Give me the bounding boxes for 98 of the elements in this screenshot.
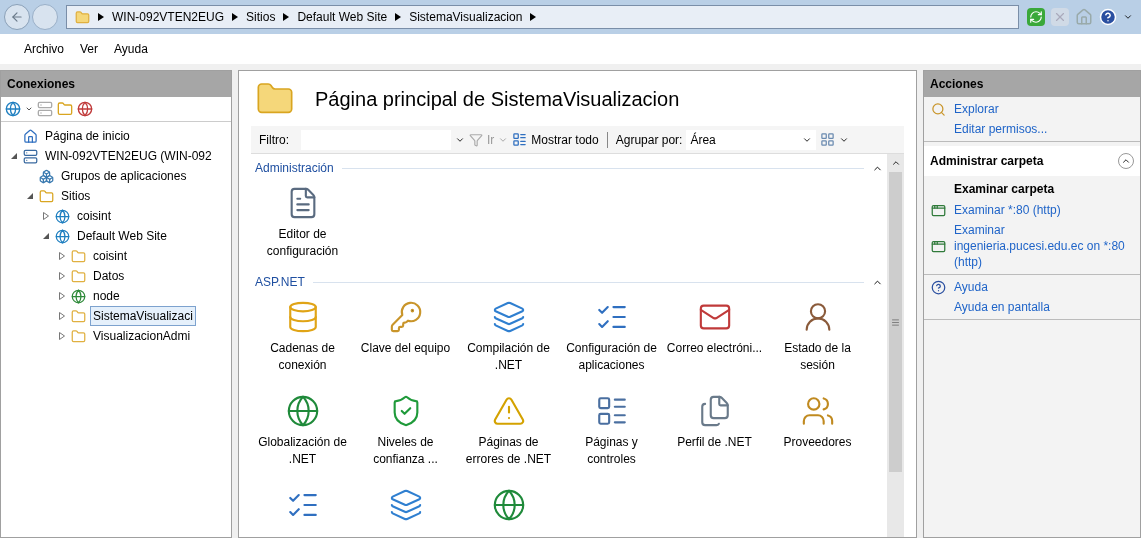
caret-icon[interactable] — [1123, 12, 1133, 22]
layers-icon[interactable] — [491, 300, 526, 334]
show-all-button[interactable]: Mostrar todo — [531, 130, 599, 149]
globe-icon — [71, 288, 86, 304]
folder-icon — [71, 328, 86, 344]
tree-item[interactable]: Sitios — [58, 186, 94, 206]
breadcrumb-arrow-icon — [283, 13, 290, 21]
breadcrumb-item[interactable]: Default Web Site — [297, 8, 388, 26]
scrollbar-thumb[interactable] — [889, 172, 902, 472]
folder-icon — [39, 188, 54, 204]
refresh-icon[interactable] — [1027, 8, 1045, 26]
feature-label[interactable]: Configuración de aplicaciones — [561, 340, 662, 374]
action-link[interactable]: Ayuda en pantalla — [954, 299, 1050, 315]
filter-label: Filtro: — [259, 131, 289, 149]
home-icon — [23, 128, 38, 144]
page-title: Página principal de SistemaVisualizacion — [315, 86, 680, 112]
connect-icon[interactable] — [5, 101, 21, 117]
panel-title: Acciones — [924, 71, 1140, 97]
tree-item[interactable]: Datos — [90, 266, 128, 286]
folder-icon — [71, 248, 86, 264]
group-title: Administración — [254, 160, 334, 177]
folder-icon — [71, 268, 86, 284]
help-icon[interactable] — [1099, 8, 1117, 26]
tree-item[interactable]: coisint — [90, 246, 130, 266]
help-icon — [930, 279, 946, 295]
breadcrumb-arrow-icon — [232, 13, 239, 21]
menu-item[interactable]: Ayuda — [114, 40, 148, 58]
tree-item[interactable]: WIN-092VTEN2EUG (WIN-092 — [42, 146, 215, 166]
tree-item[interactable]: coisint — [74, 206, 114, 226]
grip-icon — [891, 317, 900, 327]
group-title: ASP.NET — [254, 274, 305, 291]
globe-icon — [55, 228, 70, 244]
feature-label[interactable]: Correo electróni... — [664, 340, 765, 357]
feature-label[interactable]: Clave del equipo — [355, 340, 456, 357]
collapsed-triangle-icon[interactable] — [58, 292, 66, 300]
group-by-label: Agrupar por: — [615, 131, 683, 149]
key-icon[interactable] — [388, 300, 423, 334]
menu-item[interactable]: Archivo — [24, 40, 64, 58]
scrollbar[interactable] — [887, 154, 904, 537]
browser-icon — [930, 238, 946, 254]
action-link[interactable]: Examinar *:80 (http) — [954, 202, 1061, 218]
tree-item[interactable]: VisualizacionAdmi — [90, 326, 194, 346]
collapsed-triangle-icon[interactable] — [58, 272, 66, 280]
tree-item[interactable]: Página de inicio — [42, 126, 133, 146]
layers-icon[interactable] — [388, 488, 423, 522]
tree-item[interactable]: SistemaVisualizaci — [90, 306, 196, 326]
feature-label[interactable]: Cadenas de conexión — [252, 340, 353, 374]
feature-label[interactable]: Proveedores — [767, 434, 868, 451]
expanded-triangle-icon[interactable] — [26, 192, 34, 200]
warning-icon[interactable] — [491, 394, 526, 428]
server-icon — [23, 148, 38, 164]
feature-label[interactable]: Editor de configuración — [252, 226, 353, 260]
boxes-icon — [39, 168, 54, 184]
tree-item[interactable]: node — [90, 286, 123, 306]
globe-icon[interactable] — [285, 394, 320, 428]
action-heading: Examinar carpeta — [954, 181, 1055, 198]
feature-label[interactable]: Páginas de errores de .NET — [458, 434, 559, 468]
group-by-select[interactable]: Área — [686, 129, 817, 150]
breadcrumb-item[interactable]: SistemaVisualizacion — [409, 8, 523, 26]
expanded-triangle-icon[interactable] — [10, 152, 18, 160]
collapsed-triangle-icon[interactable] — [58, 332, 66, 340]
scroll-up-icon[interactable] — [890, 158, 901, 168]
globe-icon[interactable] — [491, 488, 526, 522]
show-all-icon[interactable] — [512, 132, 528, 147]
action-link[interactable]: Editar permisos... — [954, 121, 1048, 137]
breadcrumb-arrow-icon — [530, 13, 537, 21]
feature-label[interactable]: Niveles de confianza ... — [355, 434, 456, 468]
folder-icon — [75, 9, 90, 25]
action-link[interactable]: Examinar ingenieria.pucesi.edu.ec on *:80 (http) — [954, 222, 1134, 270]
disconnect-icon[interactable] — [77, 101, 93, 117]
collapsed-triangle-icon[interactable] — [42, 212, 50, 220]
panel-title: Conexiones — [1, 71, 231, 97]
tree-item[interactable]: Grupos de aplicaciones — [58, 166, 190, 186]
browser-icon — [930, 202, 946, 218]
collapsed-triangle-icon[interactable] — [58, 252, 66, 260]
view-icon[interactable] — [820, 132, 836, 147]
breadcrumb-arrow-icon — [98, 13, 104, 21]
feature-label[interactable]: Perfil de .NET — [664, 434, 765, 451]
feature-label[interactable]: Compilación de .NET — [458, 340, 559, 374]
search-icon — [930, 101, 946, 117]
section-title: Administrar carpeta — [930, 153, 1044, 170]
tree-item[interactable]: Default Web Site — [74, 226, 170, 246]
breadcrumb-item[interactable]: WIN-092VTEN2EUG — [112, 8, 225, 26]
feature-label[interactable]: Globalización de .NET — [252, 434, 353, 468]
menu-item[interactable]: Ver — [80, 40, 99, 58]
collapsed-triangle-icon[interactable] — [58, 312, 66, 320]
action-link[interactable]: Ayuda — [954, 279, 988, 295]
feature-label[interactable]: Páginas y controles — [561, 434, 662, 468]
users-icon[interactable] — [800, 394, 835, 428]
caret-icon[interactable] — [25, 105, 33, 113]
breadcrumb-arrow-icon — [395, 13, 402, 21]
expanded-triangle-icon[interactable] — [42, 232, 50, 240]
action-link[interactable]: Explorar — [954, 101, 999, 117]
feature-label[interactable]: Estado de la sesión — [767, 340, 868, 374]
globe-icon — [55, 208, 70, 224]
breadcrumb-item[interactable]: Sitios — [246, 8, 276, 26]
address-field[interactable]: WIN-092VTEN2EUG Sitios Default Web Site SistemaVisualizacion — [66, 5, 1019, 29]
folder-icon — [71, 308, 86, 324]
